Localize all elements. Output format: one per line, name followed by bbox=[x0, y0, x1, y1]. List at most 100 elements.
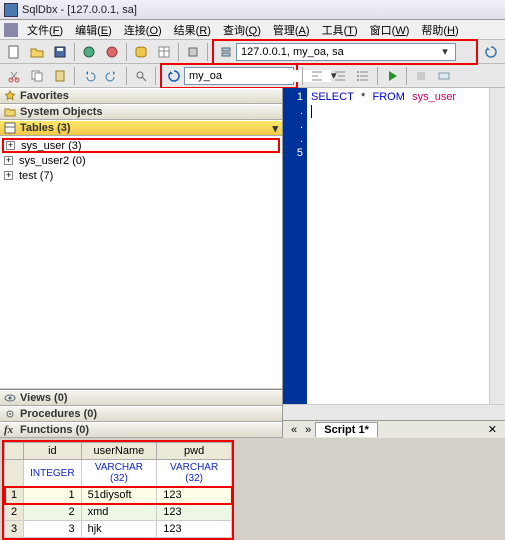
redo-button[interactable] bbox=[102, 66, 122, 86]
toolbar-1: ▾ bbox=[0, 40, 505, 64]
tree-label: test (7) bbox=[17, 170, 55, 182]
list-button[interactable] bbox=[353, 66, 373, 86]
close-tab-icon[interactable]: ✕ bbox=[484, 423, 501, 436]
menu-window[interactable]: 窗口(W) bbox=[365, 20, 415, 40]
refresh-db-button[interactable] bbox=[164, 66, 184, 86]
menu-help[interactable]: 帮助(H) bbox=[416, 20, 463, 40]
editor-panel: 1...5 SELECT * FROM sys_user « » Script … bbox=[283, 88, 505, 438]
tree-node-sys-user2[interactable]: + sys_user2 (0) bbox=[2, 153, 280, 168]
db-combo-highlight: ▾ bbox=[160, 63, 298, 89]
menu-tool[interactable]: 工具(T) bbox=[317, 20, 363, 40]
refresh-server-button[interactable] bbox=[481, 42, 501, 62]
settings-button[interactable] bbox=[183, 42, 203, 62]
menu-connect[interactable]: 连接(O) bbox=[119, 20, 167, 40]
execute-button[interactable] bbox=[382, 66, 402, 86]
copy-button[interactable] bbox=[27, 66, 47, 86]
tab-script-1[interactable]: Script 1* bbox=[315, 422, 378, 437]
table-button[interactable] bbox=[154, 42, 174, 62]
editor-tabs: « » Script 1* ✕ bbox=[283, 420, 505, 438]
functions-label: Functions (0) bbox=[20, 424, 89, 436]
object-explorer: Favorites System Objects Tables (3) ▾ + … bbox=[0, 88, 283, 438]
open-button[interactable] bbox=[27, 42, 47, 62]
gear-icon bbox=[4, 408, 16, 420]
col-id[interactable]: id bbox=[24, 443, 81, 460]
more-button[interactable] bbox=[434, 66, 454, 86]
text-caret bbox=[311, 105, 312, 118]
chevron-down-icon[interactable]: ▾ bbox=[439, 45, 451, 58]
chevron-down-icon: ▾ bbox=[272, 122, 278, 135]
menu-bar: 文件(F) 编辑(E) 连接(O) 结果(R) 查询(Q) 管理(A) 工具(T… bbox=[0, 20, 505, 40]
tables-tree: + sys_user (3) + sys_user2 (0) + test (7… bbox=[0, 136, 282, 387]
menu-file[interactable]: 文件(F) bbox=[22, 20, 68, 40]
server-combo-highlight: ▾ bbox=[212, 39, 478, 65]
fx-icon: fx bbox=[4, 424, 16, 436]
system-objects-label: System Objects bbox=[20, 106, 103, 118]
type-row: INTEGER VARCHAR (32) VARCHAR (32) bbox=[5, 460, 232, 487]
new-button[interactable] bbox=[4, 42, 24, 62]
table-row[interactable]: 3 3 hjk 123 bbox=[5, 521, 232, 538]
cut-button[interactable] bbox=[4, 66, 24, 86]
server-combo[interactable]: ▾ bbox=[236, 43, 456, 61]
favorites-label: Favorites bbox=[20, 90, 69, 102]
system-menu-icon[interactable] bbox=[4, 23, 18, 37]
menu-manage[interactable]: 管理(A) bbox=[268, 20, 315, 40]
header-row: id userName pwd bbox=[5, 443, 232, 460]
main-area: Favorites System Objects Tables (3) ▾ + … bbox=[0, 88, 505, 438]
tree-label: sys_user2 (0) bbox=[17, 155, 88, 167]
undo-button[interactable] bbox=[79, 66, 99, 86]
vertical-scrollbar[interactable] bbox=[489, 88, 505, 404]
views-label: Views (0) bbox=[20, 392, 68, 404]
folder-icon bbox=[4, 106, 16, 118]
tables-label: Tables (3) bbox=[20, 122, 71, 134]
tree-node-test[interactable]: + test (7) bbox=[2, 168, 280, 183]
tree-node-sys-user[interactable]: + sys_user (3) bbox=[2, 138, 280, 153]
tab-next-button[interactable]: » bbox=[301, 424, 315, 436]
toolbar-2: ▾ bbox=[0, 64, 505, 88]
result-grid[interactable]: id userName pwd INTEGER VARCHAR (32) VAR… bbox=[4, 442, 232, 538]
sql-editor[interactable]: 1...5 SELECT * FROM sys_user bbox=[283, 88, 505, 404]
db-combo[interactable]: ▾ bbox=[184, 67, 294, 85]
save-button[interactable] bbox=[50, 42, 70, 62]
indent-button[interactable] bbox=[330, 66, 350, 86]
col-pwd[interactable]: pwd bbox=[157, 443, 232, 460]
system-objects-panel-header[interactable]: System Objects bbox=[0, 104, 282, 120]
result-panel: id userName pwd INTEGER VARCHAR (32) VAR… bbox=[0, 440, 505, 540]
menu-query[interactable]: 查询(Q) bbox=[218, 20, 266, 40]
views-panel-header[interactable]: Views (0) bbox=[0, 390, 282, 406]
paste-button[interactable] bbox=[50, 66, 70, 86]
title-bar: SqlDbx - [127.0.0.1, sa] bbox=[0, 0, 505, 20]
expand-icon[interactable]: + bbox=[4, 171, 13, 180]
find-button[interactable] bbox=[131, 66, 151, 86]
horizontal-scrollbar[interactable] bbox=[283, 404, 505, 420]
expand-icon[interactable]: + bbox=[6, 141, 15, 150]
server-icon bbox=[216, 42, 236, 62]
connect-button[interactable] bbox=[79, 42, 99, 62]
menu-edit[interactable]: 编辑(E) bbox=[70, 20, 117, 40]
window-title: SqlDbx - [127.0.0.1, sa] bbox=[22, 4, 501, 16]
view-icon bbox=[4, 392, 16, 404]
procedures-panel-header[interactable]: Procedures (0) bbox=[0, 406, 282, 422]
db-button[interactable] bbox=[131, 42, 151, 62]
table-row[interactable]: 2 2 xmd 123 bbox=[5, 504, 232, 521]
tab-prev-button[interactable]: « bbox=[287, 424, 301, 436]
procedures-label: Procedures (0) bbox=[20, 408, 97, 420]
code-area[interactable]: SELECT * FROM sys_user bbox=[307, 88, 489, 404]
app-icon bbox=[4, 3, 18, 17]
tree-label: sys_user (3) bbox=[19, 140, 84, 152]
star-icon bbox=[4, 90, 16, 102]
menu-result[interactable]: 结果(R) bbox=[169, 20, 216, 40]
server-combo-input[interactable] bbox=[241, 46, 439, 58]
expand-icon[interactable]: + bbox=[4, 156, 13, 165]
corner-cell bbox=[5, 443, 24, 460]
format-button[interactable] bbox=[307, 66, 327, 86]
table-icon bbox=[4, 122, 16, 134]
col-username[interactable]: userName bbox=[81, 443, 157, 460]
functions-panel-header[interactable]: fx Functions (0) bbox=[0, 422, 282, 438]
stop-button[interactable] bbox=[411, 66, 431, 86]
result-grid-highlight: id userName pwd INTEGER VARCHAR (32) VAR… bbox=[2, 440, 234, 540]
table-row[interactable]: 1 1 51diysoft 123 bbox=[5, 487, 232, 504]
line-gutter: 1...5 bbox=[283, 88, 307, 404]
disconnect-button[interactable] bbox=[102, 42, 122, 62]
tables-panel-header[interactable]: Tables (3) ▾ bbox=[0, 120, 282, 136]
favorites-panel-header[interactable]: Favorites bbox=[0, 88, 282, 104]
